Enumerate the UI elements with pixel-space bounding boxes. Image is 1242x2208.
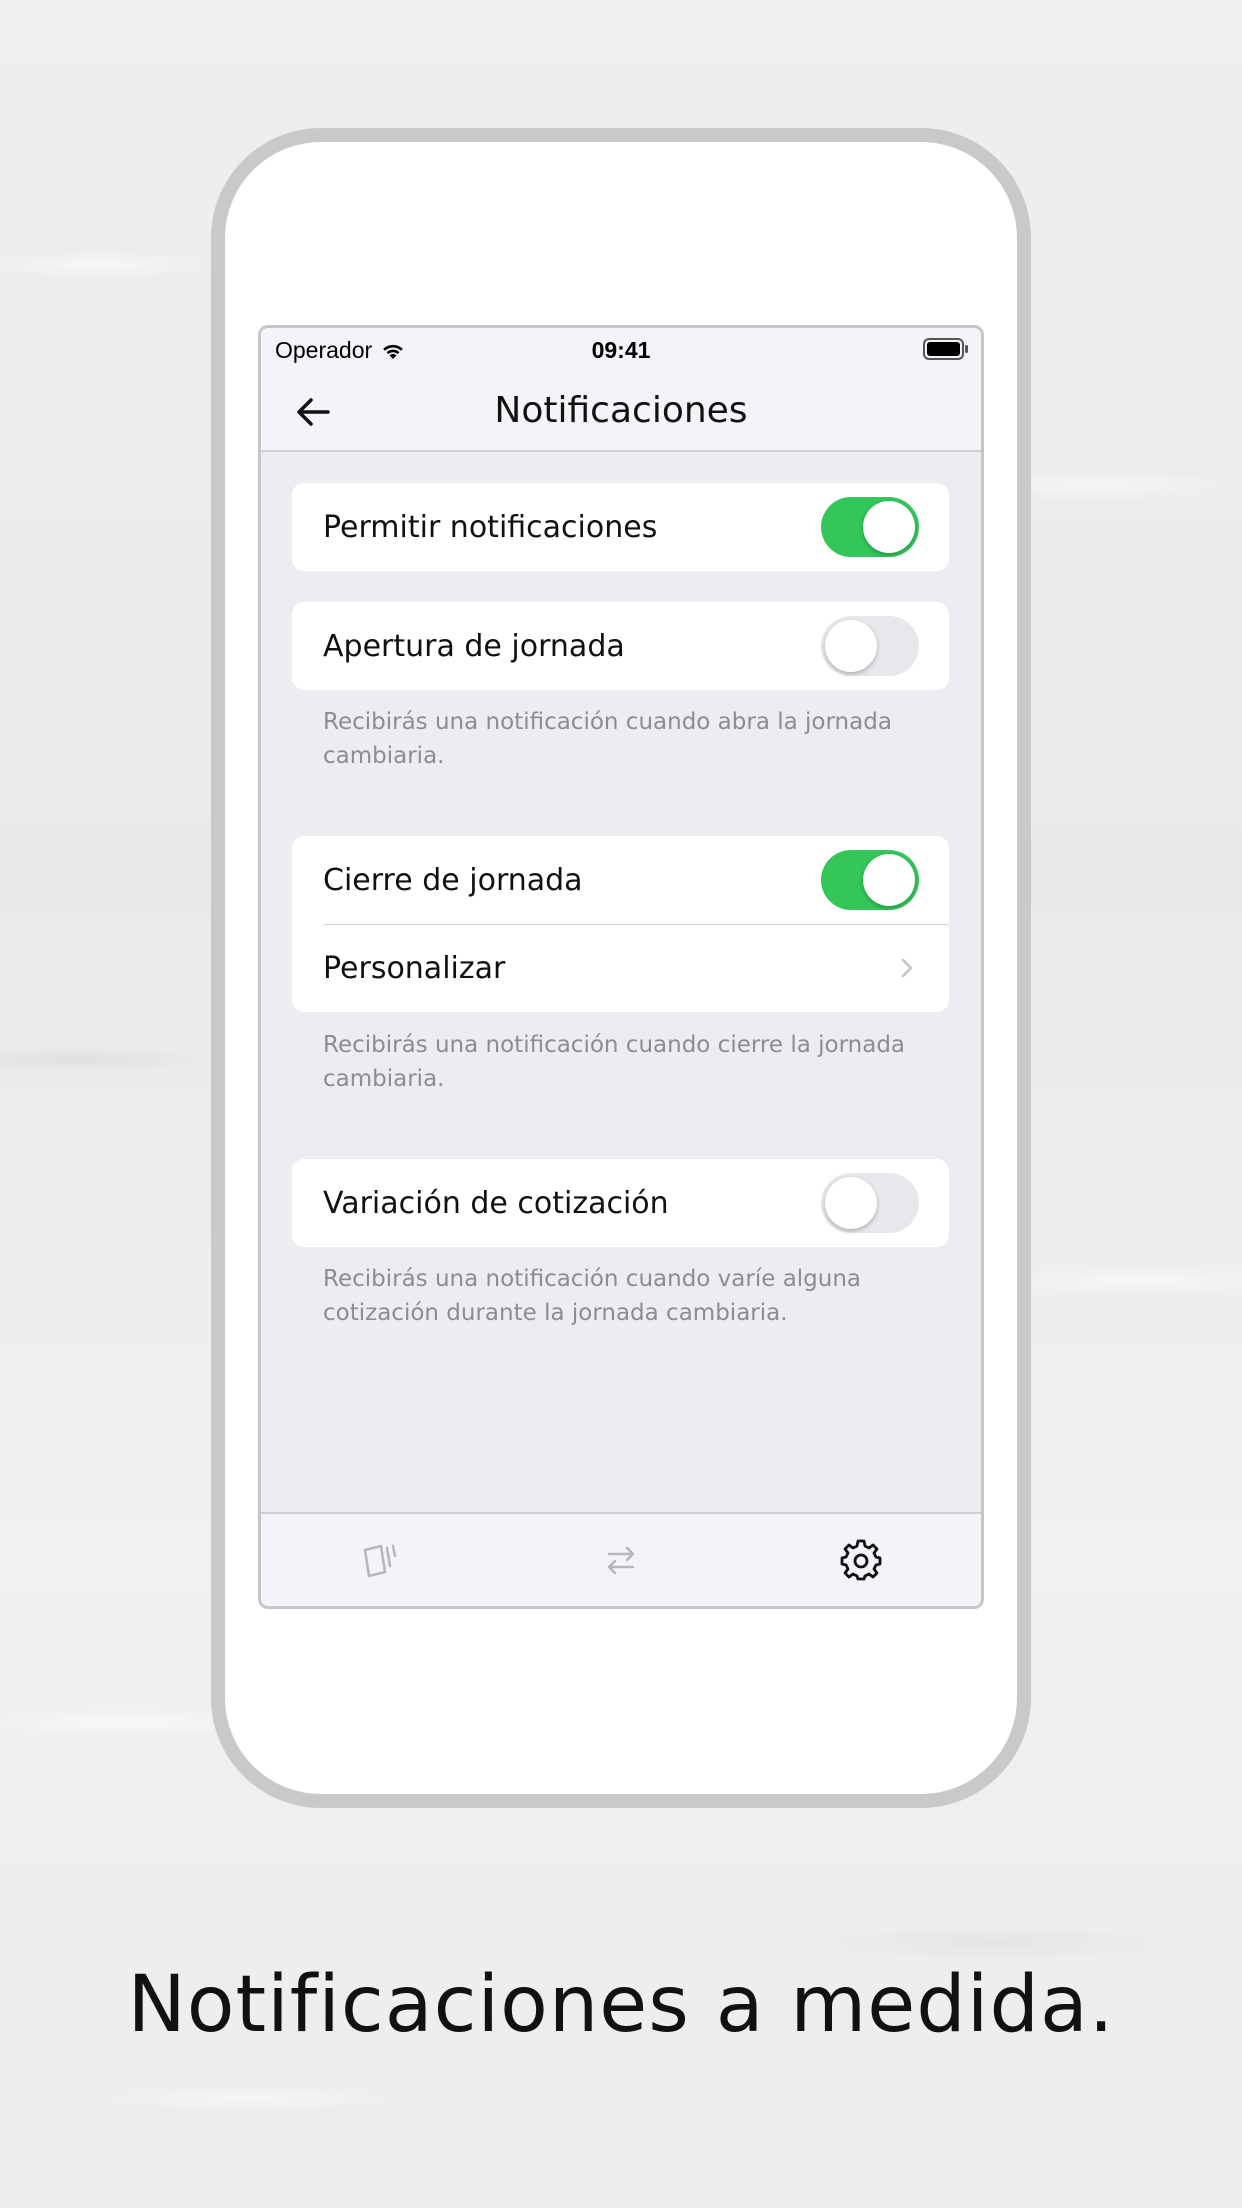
settings-list: Permitir notificaciones Apertura de jorn… (261, 454, 981, 1512)
tab-cards[interactable] (341, 1520, 421, 1600)
navigation-bar: Notificaciones (261, 372, 981, 452)
quote-variation-footnote: Recibirás una notificación cuando varíe … (323, 1266, 862, 1326)
cards-icon (363, 1544, 397, 1578)
row-label: Personalizar (323, 950, 506, 986)
page-title: Notificaciones (494, 390, 748, 431)
row-label: Permitir notificaciones (323, 509, 658, 545)
opening-footnote: Recibirás una notificación cuando abra l… (323, 709, 892, 769)
allow-notifications-toggle[interactable] (821, 497, 919, 557)
marketing-caption: Notificaciones a medida. (127, 1960, 1115, 2050)
section-opening: Apertura de jornada (292, 602, 949, 690)
row-allow-notifications: Permitir notificaciones (292, 483, 949, 571)
toggle-knob (825, 1177, 877, 1229)
toggle-knob (825, 620, 877, 672)
toggle-knob (863, 501, 915, 553)
row-quote-variation: Variación de cotización (292, 1159, 949, 1247)
closing-footnote: Recibirás una notificación cuando cierre… (323, 1032, 906, 1092)
section-closing: Cierre de jornada Personalizar (292, 836, 949, 1012)
toggle-knob (863, 854, 915, 906)
battery-icon (923, 338, 969, 366)
section-quote-variation: Variación de cotización (292, 1159, 949, 1247)
row-label: Cierre de jornada (323, 862, 583, 898)
row-label: Variación de cotización (323, 1185, 669, 1221)
closing-toggle[interactable] (821, 850, 919, 910)
tab-bar (261, 1512, 981, 1606)
status-time: 09:41 (591, 337, 651, 363)
phone-screen: Operador 09:41 Notificaciones Permitir n… (258, 325, 984, 1609)
opening-toggle[interactable] (821, 616, 919, 676)
section-allow-notifications: Permitir notificaciones (292, 483, 949, 571)
tab-exchange[interactable] (581, 1520, 661, 1600)
gear-icon (840, 1539, 882, 1581)
chevron-right-icon (901, 958, 913, 978)
row-closing: Cierre de jornada (292, 836, 949, 924)
exchange-arrows-icon (607, 1546, 635, 1575)
row-customize[interactable]: Personalizar (292, 924, 949, 1012)
status-bar: Operador 09:41 (261, 328, 981, 372)
row-opening: Apertura de jornada (292, 602, 949, 690)
tab-settings[interactable] (821, 1520, 901, 1600)
quote-variation-toggle[interactable] (821, 1173, 919, 1233)
row-label: Apertura de jornada (323, 628, 625, 664)
